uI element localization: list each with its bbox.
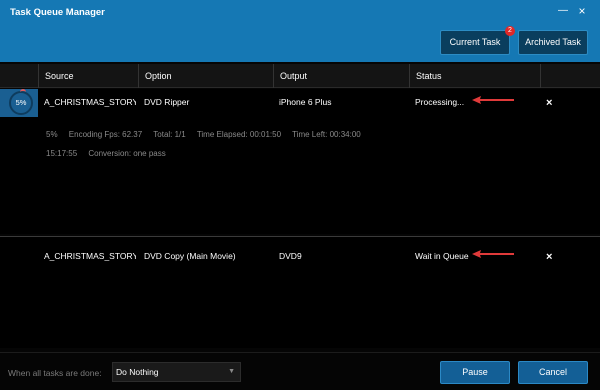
close-window-button[interactable]: × (575, 4, 589, 18)
when-done-value: Do Nothing (116, 367, 159, 377)
detail-progress: 5% (46, 130, 58, 139)
detail-fps: Encoding Fps: 62.37 (68, 130, 143, 139)
header-source[interactable]: Source (38, 64, 138, 88)
annotation-arrow-icon (472, 96, 514, 104)
footer-bar: When all tasks are done: Do Nothing ▼ Pa… (0, 352, 600, 390)
task-details-line: 15:17:55 Conversion: one pass (46, 149, 175, 158)
header-option[interactable]: Option (138, 64, 273, 88)
when-done-label: When all tasks are done: (8, 368, 102, 378)
window-title: Task Queue Manager (10, 7, 105, 18)
task-row[interactable]: 5% A_CHRISTMAS_STORY DVD Ripper iPhone 6… (0, 89, 600, 234)
when-done-select[interactable]: Do Nothing ▼ (112, 362, 241, 382)
progress-arc (20, 89, 26, 93)
detail-clock: 15:17:55 (46, 149, 78, 158)
task-option: DVD Ripper (144, 97, 190, 107)
header-status[interactable]: Status (409, 64, 540, 88)
header-output[interactable]: Output (273, 64, 409, 88)
title-bar: Task Queue Manager — × Current Task 2 Ar… (0, 0, 600, 62)
progress-cell: 5% (0, 89, 38, 117)
archived-task-tab[interactable]: Archived Task (518, 30, 588, 55)
cancel-button[interactable]: Cancel (518, 361, 588, 384)
detail-total: Total: 1/1 (153, 130, 186, 139)
task-source: A_CHRISTMAS_STORY (44, 251, 136, 261)
progress-ring: 5% (9, 91, 33, 115)
remove-task-icon[interactable]: × (546, 251, 552, 263)
detail-left: Time Left: 00:34:00 (292, 130, 361, 139)
task-details-line: 5% Encoding Fps: 62.37 Total: 1/1 Time E… (46, 130, 370, 139)
minimize-button[interactable]: — (556, 4, 570, 18)
task-option: DVD Copy (Main Movie) (144, 251, 236, 261)
chevron-down-icon: ▼ (228, 368, 235, 375)
task-status: Wait in Queue (415, 251, 469, 261)
task-table-header: Source Option Output Status (0, 64, 600, 88)
current-task-tab[interactable]: Current Task (440, 30, 510, 55)
task-status: Processing... (415, 97, 465, 107)
remove-task-icon[interactable]: × (546, 97, 552, 109)
task-row[interactable]: A_CHRISTMAS_STORY DVD Copy (Main Movie) … (0, 236, 600, 348)
current-task-count-badge: 2 (505, 26, 515, 36)
task-output: iPhone 6 Plus (279, 97, 332, 107)
header-action-column (540, 64, 600, 88)
detail-elapsed: Time Elapsed: 00:01:50 (196, 130, 282, 139)
task-source: A_CHRISTMAS_STORY (44, 97, 136, 107)
annotation-arrow-icon (472, 250, 514, 258)
detail-conversion: Conversion: one pass (88, 149, 166, 158)
pause-button[interactable]: Pause (440, 361, 510, 384)
header-progress-column (0, 64, 38, 88)
task-output: DVD9 (279, 251, 302, 261)
